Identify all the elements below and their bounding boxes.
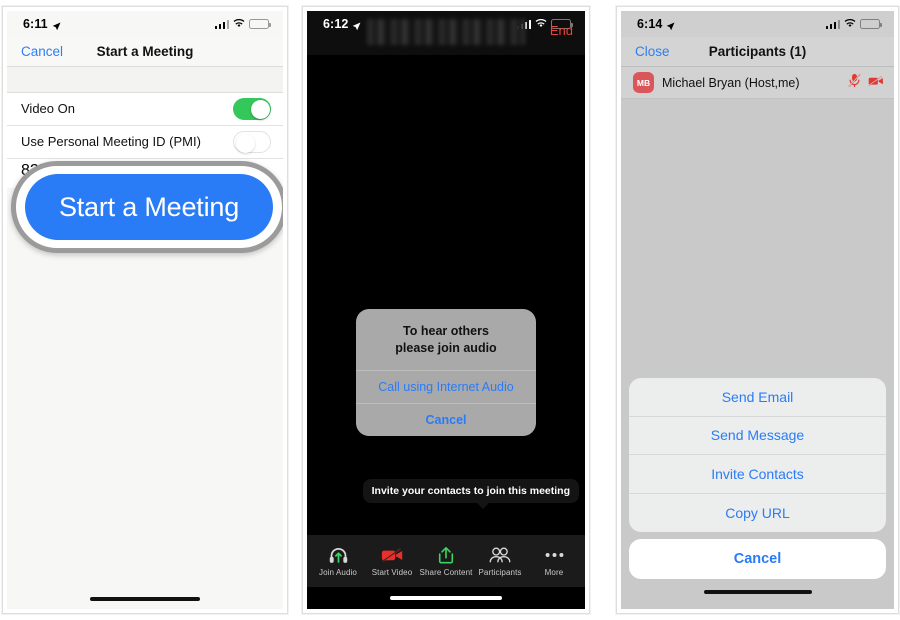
video-area: To hear others please join audio Call us… [307, 55, 585, 535]
navigation-bar: Cancel Start a Meeting [7, 37, 283, 67]
dialog-message-line2: please join audio [395, 340, 497, 355]
wifi-icon [233, 17, 245, 31]
screen-in-meeting: 6:12 End To hear others please join audi… [307, 11, 585, 609]
toolbar-item-start-video[interactable]: Start Video [365, 545, 419, 577]
battery-icon [249, 19, 271, 29]
home-indicator [7, 597, 283, 601]
mic-muted-icon [848, 73, 861, 93]
meeting-header: 6:12 End [307, 11, 585, 55]
wifi-icon [535, 17, 547, 31]
cancel-button[interactable]: Cancel [21, 44, 63, 59]
video-off-icon [381, 545, 404, 565]
battery-icon [860, 19, 882, 29]
invite-action-sheet: Send Email Send Message Invite Contacts … [621, 378, 894, 579]
participant-row[interactable]: MB Michael Bryan (Host,me) [621, 67, 894, 99]
home-indicator [307, 587, 585, 609]
end-meeting-button[interactable]: End [550, 23, 573, 38]
navigation-bar: Close Participants (1) [621, 37, 894, 67]
setting-row-video-on[interactable]: Video On [7, 93, 283, 126]
action-copy-url[interactable]: Copy URL [629, 494, 886, 533]
status-time: 6:12 [323, 17, 349, 31]
status-bar: 6:11 [7, 11, 283, 37]
status-time: 6:14 [637, 17, 663, 31]
status-bar: 6:14 [621, 11, 894, 37]
join-audio-dialog: To hear others please join audio Call us… [356, 309, 536, 436]
toolbar-item-more[interactable]: More [527, 545, 581, 577]
close-button[interactable]: Close [635, 44, 670, 59]
video-off-icon [868, 74, 884, 92]
dialog-message-line1: To hear others [403, 324, 489, 338]
toolbar-item-join-audio[interactable]: Join Audio [311, 545, 365, 577]
ellipsis-icon [545, 545, 564, 565]
invite-tooltip: Invite your contacts to join this meetin… [362, 479, 579, 509]
location-arrow-icon [666, 20, 675, 30]
avatar: MB [633, 72, 654, 93]
toolbar-label-share-content: Share Content [419, 568, 473, 577]
participants-icon [489, 545, 511, 565]
setting-label-video-on: Video On [21, 100, 75, 116]
dimmed-backdrop[interactable] [621, 99, 894, 378]
setting-row-pmi[interactable]: Use Personal Meeting ID (PMI) [7, 126, 283, 159]
phone-frame-participants: 6:14 Close Participants (1) MB Michael B… [616, 6, 899, 614]
toolbar-label-more: More [544, 568, 564, 577]
section-spacer [7, 67, 283, 93]
headphones-icon [328, 545, 349, 565]
dialog-message: To hear others please join audio [356, 309, 536, 370]
action-send-message[interactable]: Send Message [629, 417, 886, 455]
toolbar-label-participants: Participants [478, 568, 522, 577]
screen-participants: 6:14 Close Participants (1) MB Michael B… [621, 11, 894, 609]
participant-status-icons [848, 73, 884, 93]
action-invite-contacts[interactable]: Invite Contacts [629, 455, 886, 494]
pmi-toggle[interactable] [233, 131, 271, 153]
meeting-toolbar: Join Audio Start Video Share Content Par… [307, 535, 585, 587]
cellular-bars-icon [214, 19, 229, 29]
call-using-internet-audio-button[interactable]: Call using Internet Audio [356, 369, 536, 403]
location-arrow-icon [52, 20, 61, 30]
share-up-icon [437, 545, 455, 565]
toolbar-label-join-audio: Join Audio [319, 568, 357, 577]
meeting-title-redacted [367, 19, 525, 45]
phone-frame-start-a-meeting: 6:11 Cancel Start a Meeting Video On Use… [2, 6, 288, 614]
phone-frame-in-meeting: 6:12 End To hear others please join audi… [302, 6, 590, 614]
screenshot-stage: 6:11 Cancel Start a Meeting Video On Use… [0, 0, 900, 620]
action-sheet-cancel-button[interactable]: Cancel [629, 539, 886, 579]
status-time: 6:11 [23, 17, 48, 31]
participant-name: Michael Bryan (Host,me) [662, 75, 800, 90]
screen-start-a-meeting: 6:11 Cancel Start a Meeting Video On Use… [7, 11, 283, 609]
setting-label-pmi: Use Personal Meeting ID (PMI) [21, 133, 201, 149]
toolbar-item-share-content[interactable]: Share Content [419, 545, 473, 577]
start-a-meeting-button[interactable]: Start a Meeting [25, 174, 273, 240]
toolbar-item-participants[interactable]: Participants [473, 545, 527, 577]
video-on-toggle[interactable] [233, 98, 271, 120]
cellular-bars-icon [825, 19, 840, 29]
wifi-icon [844, 17, 856, 31]
home-indicator [621, 579, 894, 609]
dialog-cancel-button[interactable]: Cancel [356, 402, 536, 436]
location-arrow-icon [352, 20, 361, 30]
action-sheet-options: Send Email Send Message Invite Contacts … [629, 378, 886, 532]
action-send-email[interactable]: Send Email [629, 378, 886, 417]
toolbar-label-start-video: Start Video [371, 568, 413, 577]
start-a-meeting-callout: Start a Meeting [11, 161, 283, 253]
